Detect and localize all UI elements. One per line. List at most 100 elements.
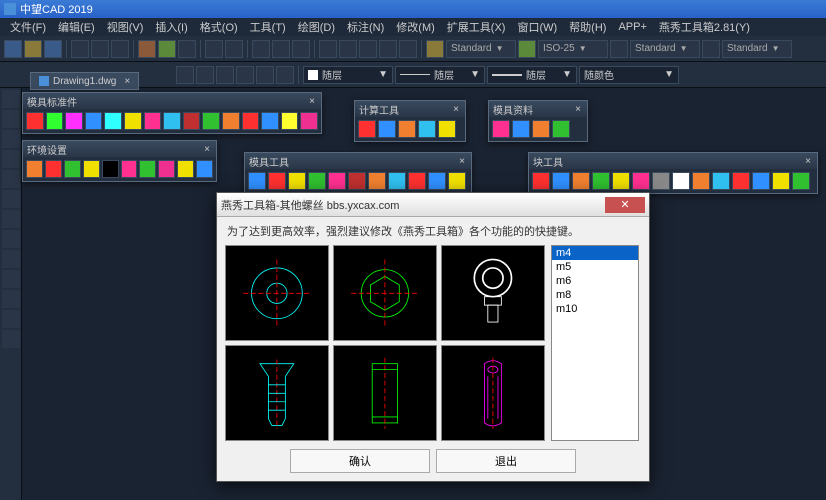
toolbar-button[interactable]	[752, 172, 770, 190]
tool-button[interactable]	[276, 66, 294, 84]
toolbar-button[interactable]	[692, 172, 710, 190]
close-icon[interactable]: ×	[451, 104, 461, 115]
toolbar-button[interactable]	[85, 112, 103, 130]
menu-item[interactable]: 燕秀工具箱2.81(Y)	[653, 19, 756, 35]
toolbar-button[interactable]	[102, 160, 119, 178]
menu-item[interactable]: 窗口(W)	[511, 19, 563, 35]
preview-bolt-section[interactable]	[441, 345, 545, 441]
close-icon[interactable]: ×	[573, 104, 583, 115]
rectangle-tool[interactable]	[2, 210, 20, 228]
toolbar-button[interactable]	[418, 120, 436, 138]
toolbar-button[interactable]	[328, 172, 346, 190]
close-icon[interactable]: ×	[803, 156, 813, 167]
toolbar-button[interactable]	[672, 172, 690, 190]
toolbar-mold-tools[interactable]: 模具工具×	[244, 152, 472, 194]
tool-button[interactable]	[225, 40, 243, 58]
close-icon[interactable]: ×	[457, 156, 467, 167]
toolbar-button[interactable]	[26, 112, 44, 130]
text-tool[interactable]	[2, 270, 20, 288]
toolbar-button[interactable]	[248, 172, 266, 190]
color-combo[interactable]: 随颜色▼	[579, 66, 679, 84]
dim-style-icon[interactable]	[518, 40, 536, 58]
preview-countersunk-screw[interactable]	[225, 345, 329, 441]
tool-button[interactable]	[319, 40, 337, 58]
toolbar-button[interactable]	[202, 112, 220, 130]
list-item[interactable]: m4	[552, 246, 638, 260]
toolbar-mold-standard-parts[interactable]: 模具标准件×	[22, 92, 322, 134]
toolbar-button[interactable]	[300, 112, 318, 130]
menu-item[interactable]: APP+	[612, 21, 652, 33]
menu-item[interactable]: 编辑(E)	[52, 19, 101, 35]
toolbar-button[interactable]	[288, 172, 306, 190]
menu-item[interactable]: 格式(O)	[194, 19, 244, 35]
pan-button[interactable]	[292, 40, 310, 58]
toolbar-button[interactable]	[428, 172, 446, 190]
menu-item[interactable]: 视图(V)	[101, 19, 150, 35]
mleader-style-icon[interactable]	[702, 40, 720, 58]
toolbar-button[interactable]	[388, 172, 406, 190]
toolbar-button[interactable]	[268, 172, 286, 190]
list-item[interactable]: m6	[552, 274, 638, 288]
mleader-style-combo[interactable]: Standard▼	[722, 40, 792, 58]
tool-button[interactable]	[339, 40, 357, 58]
text-style-icon[interactable]	[426, 40, 444, 58]
tool-button[interactable]	[399, 40, 417, 58]
toolbar-block-tools[interactable]: 块工具×	[528, 152, 818, 194]
text-style-combo[interactable]: Standard▼	[446, 40, 516, 58]
region-tool[interactable]	[2, 330, 20, 348]
ellipse-tool[interactable]	[2, 190, 20, 208]
toolbar-button[interactable]	[242, 112, 260, 130]
polygon-tool[interactable]	[2, 230, 20, 248]
toolbar-calculation[interactable]: 计算工具×	[354, 100, 466, 142]
preview-eyebolt[interactable]	[441, 245, 545, 341]
table-style-combo[interactable]: Standard▼	[630, 40, 700, 58]
toolbar-button[interactable]	[281, 112, 299, 130]
toolbar-button[interactable]	[448, 172, 466, 190]
ok-button[interactable]: 确认	[290, 449, 430, 473]
list-item[interactable]: m8	[552, 288, 638, 302]
block-tool[interactable]	[2, 290, 20, 308]
toolbar-button[interactable]	[139, 160, 156, 178]
toolbar-mold-data[interactable]: 模具资料×	[488, 100, 588, 142]
preview-washer-top[interactable]	[225, 245, 329, 341]
menu-item[interactable]: 修改(M)	[390, 19, 441, 35]
menu-item[interactable]: 帮助(H)	[563, 19, 612, 35]
save-button[interactable]	[44, 40, 62, 58]
line-tool[interactable]	[2, 90, 20, 108]
linetype-combo[interactable]: 随层▼	[395, 66, 485, 84]
toolbar-button[interactable]	[552, 120, 570, 138]
dialog-titlebar[interactable]: 燕秀工具箱-其他螺丝 bbs.yxcax.com ✕	[217, 193, 649, 217]
preview-pin-side[interactable]	[333, 345, 437, 441]
lineweight-combo[interactable]: 随层▼	[487, 66, 577, 84]
toolbar-button[interactable]	[64, 160, 81, 178]
toolbar-button[interactable]	[46, 112, 64, 130]
toolbar-button[interactable]	[772, 172, 790, 190]
toolbar-button[interactable]	[378, 120, 396, 138]
toolbar-button[interactable]	[712, 172, 730, 190]
menu-item[interactable]: 扩展工具(X)	[441, 19, 512, 35]
tool-button[interactable]	[256, 66, 274, 84]
toolbar-button[interactable]	[124, 112, 142, 130]
undo-button[interactable]	[71, 40, 89, 58]
list-item[interactable]: m10	[552, 302, 638, 316]
toolbar-button[interactable]	[183, 112, 201, 130]
size-list[interactable]: m4m5m6m8m10	[551, 245, 639, 441]
circle-tool[interactable]	[2, 150, 20, 168]
close-tab-icon[interactable]: ×	[124, 76, 130, 87]
toolbar-button[interactable]	[398, 120, 416, 138]
point-tool[interactable]	[2, 310, 20, 328]
print-button[interactable]	[111, 40, 129, 58]
hatch-tool[interactable]	[2, 250, 20, 268]
close-icon[interactable]: ×	[202, 144, 212, 155]
tool-button[interactable]	[379, 40, 397, 58]
menu-item[interactable]: 标注(N)	[341, 19, 390, 35]
paste-button[interactable]	[178, 40, 196, 58]
toolbar-button[interactable]	[632, 172, 650, 190]
title-bar[interactable]: 中望CAD 2019	[0, 0, 826, 18]
toolbar-button[interactable]	[348, 172, 366, 190]
menu-item[interactable]: 工具(T)	[244, 19, 292, 35]
toolbar-button[interactable]	[83, 160, 100, 178]
toolbar-button[interactable]	[45, 160, 62, 178]
toolbar-button[interactable]	[26, 160, 43, 178]
menu-item[interactable]: 插入(I)	[149, 19, 193, 35]
